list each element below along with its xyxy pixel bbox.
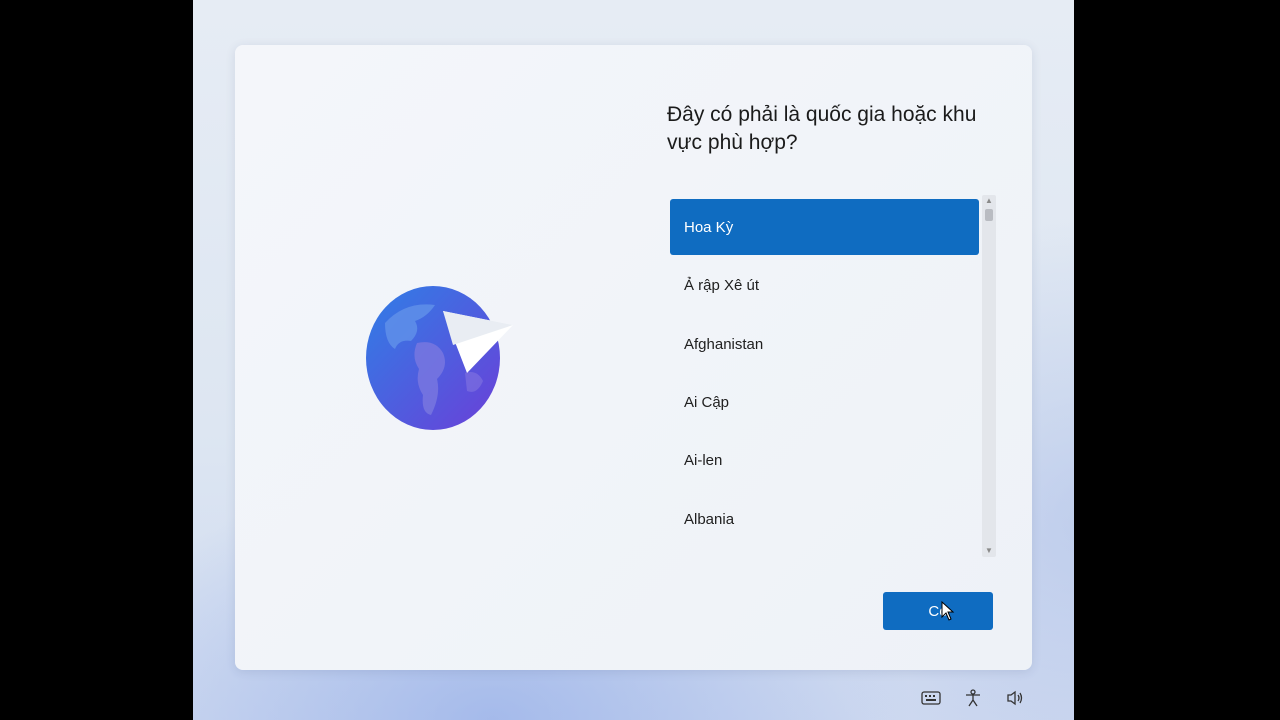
list-item[interactable]: Albania: [670, 491, 979, 547]
list-item[interactable]: Ai Cập: [670, 374, 979, 430]
volume-icon[interactable]: [1004, 688, 1026, 708]
list-item[interactable]: Afghanistan: [670, 316, 979, 372]
list-item-selected[interactable]: Hoa Kỳ: [670, 199, 979, 255]
oobe-screen: Đây có phải là quốc gia hoặc khu vực phù…: [193, 0, 1074, 720]
accessibility-icon[interactable]: [962, 688, 984, 708]
scroll-down-icon[interactable]: ▼: [982, 545, 996, 557]
list-item[interactable]: Ả rập Xê út: [670, 257, 979, 313]
region-list[interactable]: Hoa Kỳ Ả rập Xê út Afghanistan Ai Cập Ai…: [667, 195, 1002, 557]
setup-card: Đây có phải là quốc gia hoặc khu vực phù…: [235, 45, 1032, 670]
scroll-up-icon[interactable]: ▲: [982, 195, 996, 207]
scroll-thumb[interactable]: [985, 209, 993, 221]
globe-illustration: [365, 283, 515, 433]
globe-icon: [366, 286, 513, 430]
list-item[interactable]: Ai-len: [670, 432, 979, 488]
yes-button[interactable]: Có: [883, 592, 993, 630]
keyboard-icon[interactable]: [920, 688, 942, 708]
list-scrollbar[interactable]: ▲ ▼: [982, 195, 996, 557]
page-title: Đây có phải là quốc gia hoặc khu vực phù…: [667, 103, 977, 154]
